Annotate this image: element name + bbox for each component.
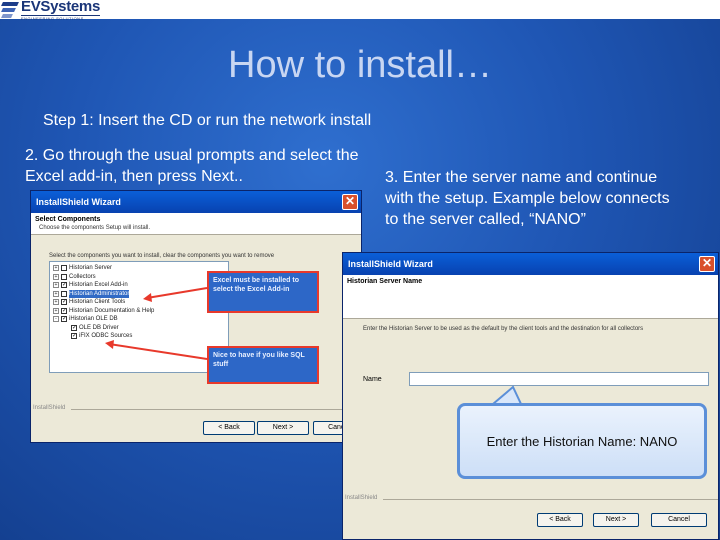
expand-toggle-icon[interactable]: -: [53, 316, 59, 323]
back-button[interactable]: < Back: [537, 513, 583, 527]
expand-toggle-icon[interactable]: +: [53, 290, 59, 297]
expand-toggle-icon[interactable]: +: [53, 307, 59, 314]
company-logo: EVSystems ENGINEERING SOLUTIONS: [1, 0, 101, 21]
tree-item[interactable]: ✓ OLE DB Driver: [53, 324, 225, 333]
step-2-text: 2. Go through the usual prompts and sele…: [25, 147, 359, 185]
tree-item-label: Historian Documentation & Help: [69, 307, 155, 314]
tree-item[interactable]: + Historian Server: [53, 264, 225, 273]
installshield-server-dialog: InstallShield Wizard ✕ Historian Server …: [342, 252, 719, 540]
component-tree[interactable]: + Historian Server + Collectors + ✓ Historian …: [49, 261, 229, 373]
sql-callout: Nice to have if you like SQL stuff: [207, 346, 319, 384]
dialog-heading: Select Components: [35, 216, 101, 223]
tree-item-label: Historian Client Tools: [69, 299, 126, 305]
tree-item-label: Historian Server: [69, 265, 113, 271]
tree-item-label: Collectors: [69, 273, 96, 280]
name-label: Name: [363, 376, 382, 383]
excel-addin-callout: Excel must be installed to select the Ex…: [207, 271, 319, 313]
footer-separator: [71, 409, 361, 410]
tree-item[interactable]: + Historian Administrator: [53, 289, 225, 298]
dialog-title: InstallShield Wizard: [36, 197, 121, 207]
installshield-footer-label: InstallShield: [345, 495, 378, 501]
back-button[interactable]: < Back: [203, 421, 255, 435]
component-checkbox[interactable]: ✓: [61, 316, 67, 323]
dialog-titlebar: InstallShield Wizard ✕: [343, 253, 718, 275]
installshield-footer-label: InstallShield: [33, 405, 66, 411]
dialog-instruction: Enter the Historian Server to be used as…: [363, 326, 644, 332]
tree-item[interactable]: + ✓ Historian Excel Add-in: [53, 281, 225, 290]
component-checkbox[interactable]: [61, 273, 67, 280]
tree-item[interactable]: - ✓ iHistorian OLE DB: [53, 315, 225, 324]
expand-toggle-icon[interactable]: +: [53, 282, 59, 289]
logo-mark-icon: [1, 1, 20, 18]
tree-item-label: Historian Excel Add-in: [69, 282, 128, 288]
component-checkbox[interactable]: ✓: [71, 333, 77, 340]
expand-toggle-icon[interactable]: +: [53, 265, 59, 272]
close-button[interactable]: ✕: [342, 194, 358, 210]
dialog-header: Historian Server Name: [343, 275, 718, 319]
expand-toggle-icon[interactable]: +: [53, 273, 59, 280]
component-checkbox[interactable]: ✓: [61, 307, 67, 314]
expand-toggle-icon[interactable]: +: [53, 299, 59, 306]
logo-tagline: ENGINEERING SOLUTIONS: [21, 14, 101, 21]
step-1-text: Step 1: Insert the CD or run the network…: [43, 112, 372, 129]
logo-name: EVSystems: [21, 0, 101, 15]
dialog-subheading: Choose the components Setup will install…: [39, 225, 151, 231]
historian-name-callout: Enter the Historian Name: NANO: [457, 403, 707, 479]
step-3-text: 3. Enter the server name and continue wi…: [385, 169, 670, 228]
callout-tail-icon: [490, 385, 523, 405]
tree-item-label: iFIX ODBC Sources: [79, 333, 133, 339]
component-checkbox[interactable]: [61, 265, 67, 272]
next-button[interactable]: Next >: [257, 421, 309, 435]
tree-item[interactable]: + ✓ Historian Client Tools: [53, 298, 225, 307]
dialog-titlebar: InstallShield Wizard ✕: [31, 191, 361, 213]
dialog-header: Select Components Choose the components …: [31, 213, 361, 235]
component-checkbox[interactable]: ✓: [61, 282, 67, 289]
component-checkbox[interactable]: ✓: [61, 299, 67, 306]
server-name-input[interactable]: [409, 372, 709, 386]
tree-item[interactable]: ✓ iFIX ODBC Sources: [53, 332, 225, 341]
footer-separator: [383, 499, 718, 500]
dialog-instruction: Select the components you want to instal…: [49, 253, 275, 259]
installshield-components-dialog: InstallShield Wizard ✕ Select Components…: [30, 190, 362, 443]
slide-title: How to install…: [228, 44, 492, 86]
tree-item-label: OLE DB Driver: [79, 324, 119, 331]
component-checkbox[interactable]: ✓: [71, 324, 77, 331]
next-button[interactable]: Next >: [593, 513, 639, 527]
component-checkbox[interactable]: [61, 290, 67, 297]
tree-item[interactable]: + ✓ Historian Documentation & Help: [53, 307, 225, 316]
header-bar: EVSystems ENGINEERING SOLUTIONS: [0, 0, 720, 21]
tree-item-label: Historian Administrator: [69, 289, 130, 298]
dialog-title: InstallShield Wizard: [348, 259, 433, 269]
cancel-button[interactable]: Cancel: [651, 513, 707, 527]
dialog-heading: Historian Server Name: [347, 278, 423, 285]
tree-item[interactable]: + Collectors: [53, 273, 225, 282]
tree-item-label: iHistorian OLE DB: [69, 316, 118, 322]
close-button[interactable]: ✕: [699, 256, 715, 272]
